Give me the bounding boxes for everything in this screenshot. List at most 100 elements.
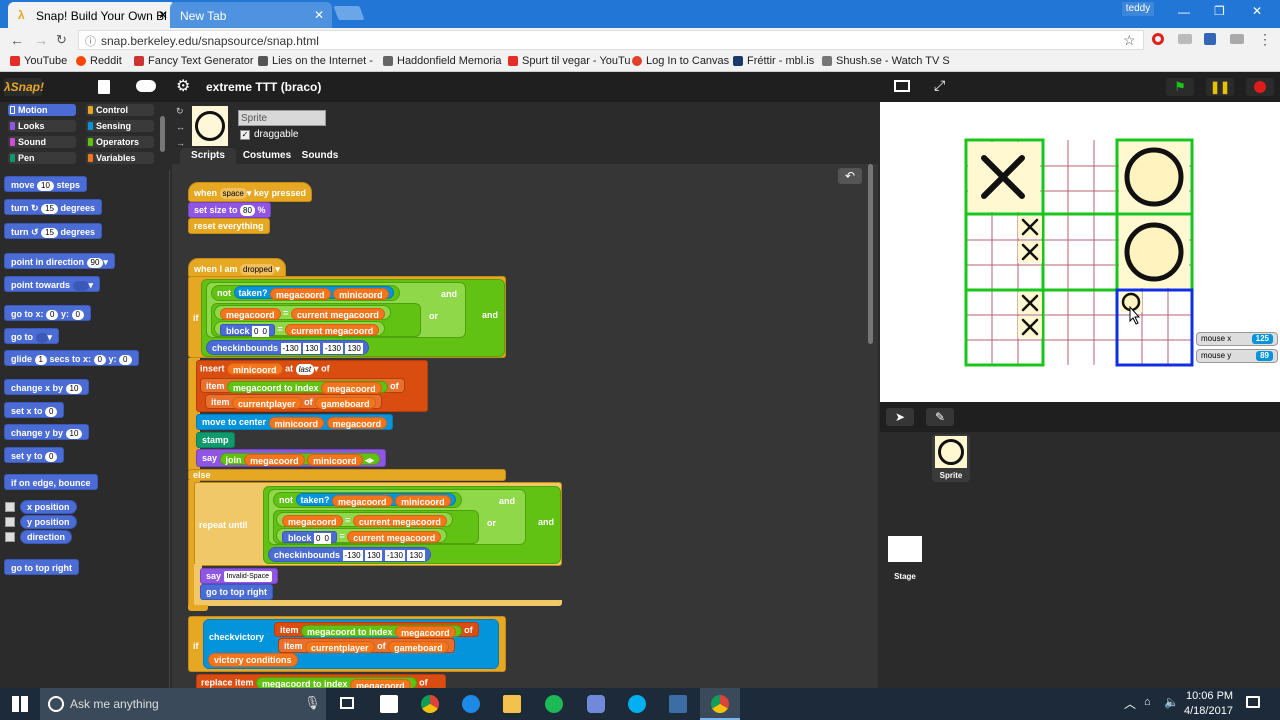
extension-icon[interactable] (1178, 34, 1192, 44)
minimize-icon[interactable]: — (1178, 5, 1190, 19)
url-field[interactable]: ⓘ snap.berkeley.edu/snapsource/snap.html… (78, 30, 1144, 50)
category-control[interactable]: Control (86, 104, 154, 116)
block-turn-clockwise[interactable]: turn ↻ 15 degrees (4, 199, 103, 215)
scripts-scrollbar[interactable] (868, 164, 873, 344)
draggable-checkbox[interactable]: ✓ (240, 130, 250, 140)
bookmark-fancy-text[interactable]: Fancy Text Generator (134, 55, 254, 67)
scripting-area[interactable]: ↶ when space ▾ key pressed set size to 80… (172, 164, 878, 688)
block-go-to-top-right[interactable]: go to top right (4, 559, 79, 575)
green-flag-button[interactable]: ⚑ (1166, 78, 1194, 96)
stop-button[interactable] (1246, 78, 1274, 96)
if-else-block[interactable]: if and and or not taken? megacoord minic… (188, 276, 506, 358)
item-to-index-block[interactable]: item megacoord to index megacoord of (274, 622, 479, 639)
watcher-checkbox[interactable] (5, 517, 15, 527)
app-icon[interactable] (669, 695, 687, 713)
watcher-checkbox[interactable] (5, 502, 15, 512)
tray-up-icon[interactable]: ︿ (1124, 695, 1136, 712)
opera-extension-icon[interactable] (1152, 33, 1164, 45)
and-inner[interactable]: and or not taken? megacoord minicoord me… (206, 282, 466, 338)
discord-icon[interactable] (587, 695, 605, 713)
edge-icon[interactable] (462, 695, 480, 713)
spotify-icon[interactable] (545, 695, 563, 713)
file-icon[interactable] (98, 80, 110, 94)
bookmark-canvas[interactable]: Log In to Canvas (632, 55, 729, 67)
category-variables[interactable]: Variables (86, 152, 154, 164)
hat-when-i-am-dropped[interactable]: when I am dropped ▾ (188, 258, 286, 278)
rotation-style-icon[interactable]: → (176, 138, 185, 148)
forward-icon[interactable]: → (34, 32, 48, 48)
clock-time[interactable]: 10:06 PM (1186, 690, 1233, 702)
category-looks[interactable]: Looks (8, 120, 76, 132)
block-change-y[interactable]: change y by 10 (4, 424, 90, 440)
block-stamp[interactable]: stamp (196, 432, 235, 448)
block-change-x[interactable]: change x by 10 (4, 379, 90, 395)
stage[interactable]: mouse x 125 mouse y 89 (880, 102, 1280, 402)
close-tab-icon[interactable]: ✕ (158, 8, 168, 22)
block-move-to-center[interactable]: move to center minicoord megacoord (196, 414, 394, 430)
watcher-mouse-x[interactable]: mouse x 125 (1196, 332, 1278, 346)
chrome-icon[interactable] (421, 695, 439, 713)
item-of-gameboard-block[interactable]: item currentplayer of gameboard (205, 394, 382, 409)
category-operators[interactable]: Operators (86, 136, 154, 148)
and-outer[interactable]: and and or not taken? megacoord minicoor… (201, 279, 505, 357)
watcher-checkbox[interactable] (5, 532, 15, 542)
windows-start-icon[interactable] (12, 696, 28, 712)
microphone-icon[interactable]: 🎙 (304, 695, 321, 711)
block-not-taken[interactable]: not taken? megacoord minicoord (273, 492, 462, 508)
back-icon[interactable]: ← (10, 32, 24, 48)
block-glide[interactable]: glide 1 secs to x: 0 y: 0 (4, 350, 139, 366)
block-reset-everything[interactable]: reset everything (188, 218, 270, 234)
close-tab-icon[interactable]: ✕ (314, 8, 324, 22)
reporter-direction[interactable]: direction (20, 530, 73, 544)
block-point-towards[interactable]: point towards ▾ (4, 276, 101, 292)
stage-size-icon[interactable] (894, 80, 910, 92)
fullscreen-icon[interactable]: ⤢ (934, 77, 945, 94)
maximize-icon[interactable]: ❐ (1214, 4, 1225, 18)
tab-sounds[interactable]: Sounds (296, 148, 344, 164)
category-sensing[interactable]: Sensing (86, 120, 154, 132)
tab-costumes[interactable]: Costumes (238, 148, 296, 164)
block-move[interactable]: move 10 steps (4, 176, 87, 192)
or-block[interactable]: megacoord = current megacoord block 00 =… (211, 303, 421, 337)
corral-sprite[interactable]: Sprite (932, 434, 970, 482)
block-checkinbounds[interactable]: checkinbounds -130 130 -130 130 (268, 547, 431, 562)
block-say-invalid[interactable]: say Invalid-Space (200, 568, 278, 584)
close-window-icon[interactable]: ✕ (1252, 4, 1262, 18)
insert-block[interactable]: insert minicoord at last ▾ of item megaco… (196, 360, 428, 412)
volume-icon[interactable]: 🔈 (1164, 695, 1179, 709)
bookmark-lies[interactable]: Lies on the Internet - (258, 55, 373, 67)
bookmark-mbl[interactable]: Fréttir - mbl.is (733, 55, 814, 67)
store-icon[interactable] (380, 695, 398, 713)
reporter-x-position[interactable]: x position (20, 500, 77, 514)
category-motion[interactable]: Motion (8, 104, 76, 116)
menu-icon[interactable]: ⋮ (1258, 31, 1272, 48)
block-say-join[interactable]: say join megacoord minicoord ◂▸ (196, 449, 387, 467)
tab-new[interactable]: New Tab ✕ (170, 2, 332, 28)
new-tab-button[interactable] (333, 6, 365, 20)
bookmark-spurt[interactable]: Spurt til vegar - YouTu (508, 55, 630, 67)
bookmark-shush[interactable]: Shush.se - Watch TV S (822, 55, 950, 67)
block-equals-block[interactable]: block 00 = current megacoord (276, 528, 448, 544)
cloud-icon[interactable] (136, 80, 156, 92)
block-equals-megacoord[interactable]: megacoord = current megacoord (214, 305, 391, 320)
tab-snap[interactable]: λ Snap! Build Your Own Bl ✕ (8, 2, 176, 28)
bookmark-haddonfield[interactable]: Haddonfield Memoria (383, 55, 502, 67)
pause-button[interactable]: ❚❚ (1206, 78, 1234, 96)
palette-scrollbar[interactable] (160, 116, 165, 152)
block-turn-counterclockwise[interactable]: turn ↺ 15 degrees (4, 223, 103, 239)
or-block[interactable]: megacoord = current megacoord block 00 =… (273, 510, 479, 544)
block-if-on-edge-bounce[interactable]: if on edge, bounce (4, 474, 98, 490)
sprite-name-field[interactable] (238, 110, 326, 126)
block-go-to-top-right[interactable]: go to top right (200, 584, 273, 600)
item-to-index-block[interactable]: item megacoord to index megacoord of (200, 378, 405, 395)
skype-icon[interactable] (628, 695, 646, 713)
cortana-search[interactable]: Ask me anything 🎙 (40, 688, 326, 720)
undo-button[interactable]: ↶ (838, 168, 862, 184)
block-set-x[interactable]: set x to 0 (4, 402, 65, 418)
task-view-icon[interactable] (340, 697, 354, 709)
rotation-style-icon[interactable]: ↻ (176, 106, 184, 117)
paint-sprite-button[interactable]: ✎ (926, 408, 954, 426)
block-checkinbounds[interactable]: checkinbounds -130 130 -130 130 (206, 340, 369, 355)
block-equals-block[interactable]: block 00 = current megacoord (214, 321, 386, 337)
user-name[interactable]: teddy (1122, 2, 1154, 16)
